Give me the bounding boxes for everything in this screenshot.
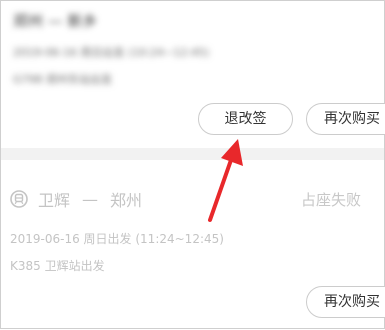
order-status: 占座失败 [301,191,362,209]
destination-station: 郑州 [110,191,143,210]
order-route: 卫辉 — 郑州 [10,188,142,210]
departure-date: 2019-06-16 周日出发 (11:24~12:45) [10,232,224,246]
route-dash: — [82,189,99,209]
order-station-blurred: G798 郑州东站出发 [13,73,113,86]
departure-station: K385 卫辉站出发 [10,259,105,273]
order-route-blurred: 郑州 — 新乡 [13,12,98,30]
card-separator [1,148,384,160]
rebuy-button[interactable]: 再次购买 [306,103,385,135]
order-date-blurred: 2019-06-16 周日出发 (10:24~12:45) [13,46,210,59]
order-card-top[interactable]: 郑州 — 新乡 2019-06-16 周日出发 (10:24~12:45) G7… [1,1,385,148]
train-icon [10,190,28,208]
rebuy-button-2[interactable]: 再次购买 [306,286,385,318]
origin-station: 卫辉 [38,191,71,210]
change-refund-button[interactable]: 退改签 [198,103,293,135]
